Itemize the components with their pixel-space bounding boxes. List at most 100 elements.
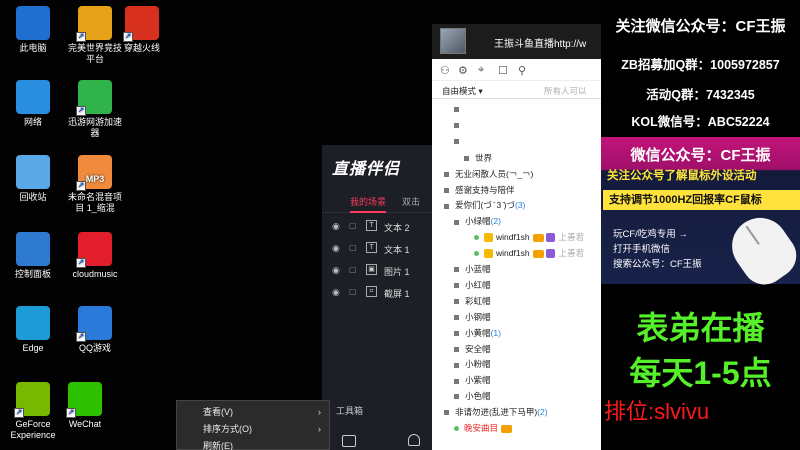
window-header: 王振斗鱼直播http://w [432, 24, 602, 59]
channel-item[interactable]: 小蓝帽 [454, 263, 491, 275]
layer-item[interactable]: ◉ ▢ T 文本 1 [322, 239, 434, 259]
crossfire-icon: ↗ [123, 6, 159, 42]
location-icon[interactable]: ⌖ [478, 64, 484, 77]
tree-label: 安全帽 [465, 343, 491, 354]
tab-my-scenes[interactable]: 我的场景 [350, 195, 387, 213]
toolbox-label[interactable]: 工具箱 [336, 404, 363, 417]
computer-icon [16, 6, 50, 40]
channel-bullet-icon [454, 378, 459, 384]
layer-name: 文本 1 [384, 245, 410, 255]
tree-label: windf1sh [496, 248, 530, 259]
menu-item-label: 排序方式(O) [203, 424, 252, 434]
search-icon[interactable]: ⚲ [518, 64, 526, 77]
desktop-icon-label: QQ游戏 [78, 343, 111, 353]
channel-item[interactable]: 小色帽 [454, 390, 491, 402]
desktop-icon[interactable]: 回收站 [2, 155, 64, 203]
desktop-icon-label: Edge [22, 343, 44, 353]
desktop-icon[interactable]: 网络 [2, 80, 64, 128]
layer-item[interactable]: ◉ ▢ ⌗ 截屏 1 [322, 283, 434, 303]
tree-label: 小绿帽 [465, 216, 491, 227]
nvidia-icon: ↗ [14, 382, 50, 418]
layer-item[interactable]: ◉ ▢ ▣ 图片 1 [322, 261, 434, 281]
user-item[interactable]: windf1sh 上善若 [474, 231, 584, 243]
desktop-icon-label: 此电脑 [19, 43, 47, 53]
desktop-icon[interactable]: ↗ 迅游网游加速器 [64, 80, 126, 139]
channel-bullet-icon [454, 283, 459, 289]
channel-item[interactable]: 小黄帽(1) [454, 327, 501, 339]
lock-icon[interactable]: ▢ [349, 265, 357, 274]
desktop-icon[interactable]: ↗ QQ游戏 [64, 306, 126, 354]
channel-bullet-icon [444, 171, 449, 177]
tab-double-click[interactable]: 双击 [402, 195, 420, 208]
lock-icon[interactable]: ▢ [349, 221, 357, 230]
layer-name: 图片 1 [384, 267, 410, 277]
channel-item[interactable]: 世界 [464, 152, 492, 164]
lock-icon[interactable]: ▢ [349, 243, 357, 252]
channel-bullet-icon [444, 203, 449, 209]
channel-item[interactable]: 小粉帽 [454, 358, 491, 370]
eye-icon[interactable]: ◉ [332, 287, 340, 298]
channel-item[interactable]: 无业闲散人员(￢_￢) [444, 168, 533, 180]
wechat-icon: ↗ [66, 382, 102, 418]
desktop-icon[interactable]: 此电脑 [2, 6, 64, 54]
context-menu-item[interactable]: 排序方式(O) › [177, 421, 329, 437]
tree-label: 小钢帽 [465, 311, 491, 322]
desktop-icon[interactable]: ↗ 穿越火线 [111, 6, 173, 54]
shortcut-arrow-icon: ↗ [66, 408, 76, 418]
tree-label: 感谢支持与陪伴 [455, 184, 515, 195]
kol-wechat-line: KOL微信号：ABC52224 [631, 115, 770, 129]
desktop-icon-label: 迅游网游加速器 [67, 117, 122, 138]
desktop-icon[interactable]: 控制面板 [2, 232, 64, 280]
channel-item[interactable]: 晚安曲目 [454, 422, 513, 434]
desktop-icon[interactable]: ↗ cloudmusic [64, 232, 126, 280]
channel-item[interactable] [454, 136, 465, 146]
context-menu-item[interactable]: 刷新(E) [177, 438, 329, 450]
channel-item[interactable]: 非请勿进(乱进下马甲)(2) [444, 406, 548, 418]
user-item[interactable]: windf1sh 上善若 [474, 247, 584, 259]
perfect-world-icon: ↗ [76, 6, 112, 42]
settings-icon[interactable]: ⚙ [458, 64, 468, 77]
level-badge-icon [545, 249, 555, 259]
channel-item[interactable]: 小钢帽 [454, 311, 491, 323]
gift-badge-icon [501, 424, 513, 433]
tree-label: 世界 [475, 152, 493, 163]
user-icon[interactable]: ⚇ [440, 64, 450, 77]
eye-icon[interactable]: ◉ [332, 243, 340, 254]
context-menu-item[interactable]: 查看(V) › [177, 404, 329, 420]
member-count: (2) [537, 407, 548, 418]
chat-icon[interactable]: ☐ [498, 64, 508, 77]
tree-label: 爱你们(づ ̄ 3 ̄)づ [455, 200, 515, 211]
layer-name: 截屏 1 [384, 289, 410, 299]
mp3-file-icon: MP3 ↗ [76, 155, 112, 191]
channel-bullet-icon [444, 410, 449, 416]
tree-label: windf1sh [496, 232, 530, 243]
tree-label: 小色帽 [465, 391, 491, 402]
user-icon[interactable] [408, 434, 420, 446]
channel-bullet-icon [454, 362, 459, 368]
desktop-icon-label: 控制面板 [14, 269, 51, 279]
channel-item[interactable]: 感谢支持与陪伴 [444, 184, 515, 196]
rank-text: 排位:slvivu [604, 399, 710, 424]
shortcut-arrow-icon: ↗ [76, 332, 86, 342]
desktop-icon[interactable]: ↗ WeChat [54, 382, 116, 430]
channel-item[interactable] [454, 104, 465, 114]
desktop-icon[interactable]: Edge [2, 306, 64, 354]
channel-item[interactable]: 安全帽 [454, 343, 491, 355]
channel-item[interactable]: 小绿帽(2) [454, 215, 501, 227]
desktop-icon[interactable]: MP3 ↗ 未命名混音项目 1_缩混 [64, 155, 126, 214]
channel-item[interactable] [454, 120, 465, 130]
channel-item[interactable]: 小红帽 [454, 279, 491, 291]
channel-item[interactable]: 彩虹帽 [454, 295, 491, 307]
layer-item[interactable]: ◉ ▢ T 文本 2 [322, 217, 434, 237]
channel-item[interactable]: 爱你们(づ ̄ 3 ̄)づ(3) [444, 199, 525, 211]
lock-icon[interactable]: ▢ [349, 287, 357, 296]
eye-icon[interactable]: ◉ [332, 265, 340, 276]
eye-icon[interactable]: ◉ [332, 221, 340, 232]
banner-step: 搜索公众号：CF王振 [613, 259, 702, 270]
layer-type-icon: T [366, 242, 377, 253]
layer-type-icon: ⌗ [366, 286, 377, 297]
tool-icon[interactable] [342, 435, 356, 447]
shortcut-arrow-icon: ↗ [76, 106, 86, 116]
channel-item[interactable]: 小紫帽 [454, 374, 491, 386]
mode-select[interactable]: 自由模式 ▾ [442, 85, 483, 97]
